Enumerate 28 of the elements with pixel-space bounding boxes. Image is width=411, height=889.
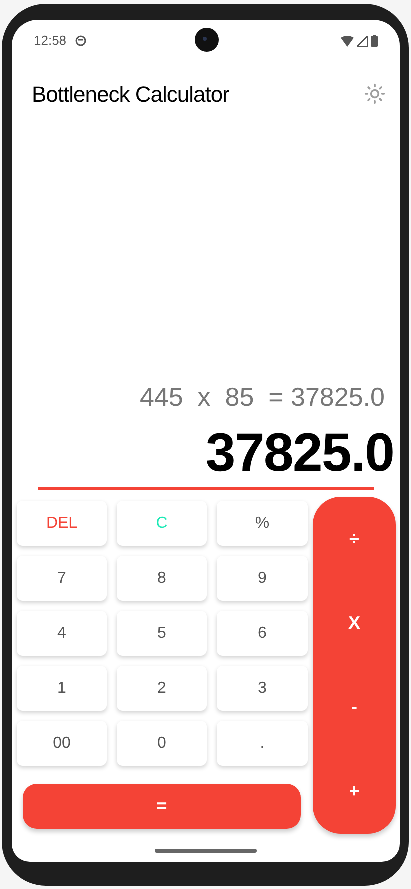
- keypad-key[interactable]: 9: [217, 556, 308, 601]
- keypad-key[interactable]: 2: [117, 666, 207, 711]
- operator-key[interactable]: ÷: [340, 522, 370, 557]
- keypad-key[interactable]: 5: [117, 611, 207, 656]
- status-time: 12:58: [34, 32, 67, 50]
- keypad-key[interactable]: 00: [17, 721, 107, 766]
- app-title: Bottleneck Calculator: [32, 80, 230, 108]
- keypad-key[interactable]: 3: [217, 666, 308, 711]
- operator-key[interactable]: -: [342, 690, 368, 726]
- operator-key[interactable]: X: [338, 606, 370, 641]
- camera-hole-icon: [195, 28, 219, 52]
- keypad-key[interactable]: 0: [117, 721, 207, 766]
- theme-toggle-icon[interactable]: [364, 83, 386, 105]
- operator-key[interactable]: +: [339, 774, 370, 810]
- equals-button[interactable]: =: [23, 784, 301, 829]
- battery-icon: [371, 35, 378, 47]
- keypad-key[interactable]: .: [217, 721, 308, 766]
- keypad-key[interactable]: 1: [17, 666, 107, 711]
- keypad-key[interactable]: %: [217, 501, 308, 546]
- result-text: 37825.0: [206, 422, 394, 485]
- signal-icon: [357, 36, 368, 46]
- keypad-key[interactable]: 7: [17, 556, 107, 601]
- keypad-key[interactable]: 6: [217, 611, 308, 656]
- keypad-key[interactable]: 4: [17, 611, 107, 656]
- delete-key[interactable]: DEL: [17, 501, 107, 546]
- expression-text: 445 x 85 = 37825.0: [140, 381, 385, 414]
- wifi-icon: [341, 36, 354, 46]
- keypad-key[interactable]: 8: [117, 556, 207, 601]
